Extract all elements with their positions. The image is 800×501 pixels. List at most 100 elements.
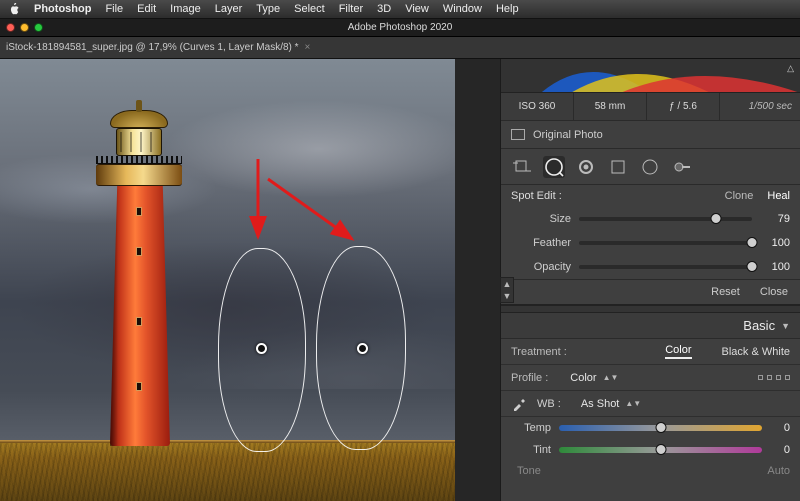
treatment-color[interactable]: Color — [665, 344, 691, 359]
document-tab[interactable]: iStock-181894581_super.jpg @ 17,9% (Curv… — [6, 42, 310, 53]
spot-action-row: Reset Close — [501, 279, 800, 305]
apple-icon[interactable] — [8, 3, 20, 15]
panel-switch-strip[interactable]: ▲ ▼ — [500, 277, 514, 303]
auto-button[interactable]: Auto — [767, 465, 790, 477]
spot-size-value: 79 — [760, 213, 790, 225]
original-photo-toggle[interactable]: Original Photo — [501, 121, 800, 149]
reset-button[interactable]: Reset — [711, 286, 740, 298]
spot-opacity-track[interactable] — [579, 265, 752, 269]
spot-feather-track[interactable] — [579, 241, 752, 245]
panel-switch-down-icon[interactable]: ▼ — [503, 291, 512, 301]
eyedropper-icon[interactable] — [511, 396, 527, 412]
spot-mode-clone[interactable]: Clone — [725, 190, 754, 202]
menu-layer[interactable]: Layer — [215, 3, 243, 15]
spot-size-track[interactable] — [579, 217, 752, 221]
tone-label: Tone — [511, 465, 541, 477]
profile-browser-icon[interactable] — [758, 375, 790, 380]
exif-shutter: 1/500 sec — [720, 93, 800, 120]
menu-3d[interactable]: 3D — [377, 3, 391, 15]
wb-select[interactable]: As Shot ▲▼ — [581, 398, 641, 410]
brush-tool-icon[interactable] — [671, 156, 693, 178]
close-window-icon[interactable] — [6, 23, 15, 32]
profile-select[interactable]: Color ▲▼ — [570, 372, 618, 384]
menu-help[interactable]: Help — [496, 3, 519, 15]
spot-opacity-label: Opacity — [511, 261, 571, 273]
profile-row: Profile : Color ▲▼ — [501, 365, 800, 391]
spot-edit-header: Spot Edit : Clone Heal — [501, 185, 800, 207]
develop-panel: △ ISO 360 58 mm ƒ / 5.6 1/500 sec Origin… — [500, 59, 800, 501]
spot-feather-slider[interactable]: Feather 100 — [501, 231, 800, 255]
spot-source-pin[interactable] — [256, 343, 267, 354]
original-photo-label: Original Photo — [533, 129, 603, 141]
tint-label: Tint — [511, 444, 551, 456]
tint-track[interactable] — [559, 447, 762, 453]
menu-type[interactable]: Type — [256, 3, 280, 15]
menu-app[interactable]: Photoshop — [34, 3, 91, 15]
spot-size-slider[interactable]: Size 79 — [501, 207, 800, 231]
treatment-label: Treatment : — [511, 346, 567, 358]
temp-track[interactable] — [559, 425, 762, 431]
menu-window[interactable]: Window — [443, 3, 482, 15]
spot-feather-value: 100 — [760, 237, 790, 249]
close-button[interactable]: Close — [760, 286, 788, 298]
profile-value: Color — [570, 372, 596, 384]
exif-row: ISO 360 58 mm ƒ / 5.6 1/500 sec — [501, 93, 800, 121]
menu-image[interactable]: Image — [170, 3, 201, 15]
updown-caret-icon: ▲▼ — [625, 399, 641, 408]
spot-edit-title: Spot Edit : — [511, 190, 562, 202]
basic-title: Basic — [743, 318, 775, 333]
photo-grass-texture — [0, 443, 455, 501]
spot-removal-tool-icon[interactable] — [543, 156, 565, 178]
disclosure-triangle-icon[interactable]: ▼ — [781, 321, 790, 331]
treatment-bw[interactable]: Black & White — [722, 346, 790, 358]
updown-caret-icon: ▲▼ — [603, 373, 619, 382]
spot-feather-label: Feather — [511, 237, 571, 249]
close-tab-icon[interactable]: × — [305, 42, 311, 53]
profile-label: Profile : — [511, 372, 548, 384]
document-canvas[interactable] — [0, 59, 455, 501]
exif-aperture: ƒ / 5.6 — [647, 93, 720, 120]
document-tabbar[interactable]: iStock-181894581_super.jpg @ 17,9% (Curv… — [0, 37, 800, 59]
wb-label: WB : — [537, 398, 561, 410]
menu-file[interactable]: File — [105, 3, 123, 15]
photo-lighthouse — [100, 106, 178, 446]
menu-view[interactable]: View — [405, 3, 429, 15]
exif-focal: 58 mm — [574, 93, 647, 120]
wb-row: WB : As Shot ▲▼ — [501, 391, 800, 417]
crop-tool-icon[interactable] — [511, 156, 533, 178]
panel-switch-up-icon[interactable]: ▲ — [503, 279, 512, 289]
basic-panel-header[interactable]: Basic ▼ — [501, 313, 800, 339]
menu-select[interactable]: Select — [294, 3, 325, 15]
temp-value: 0 — [770, 422, 790, 434]
tint-slider[interactable]: Tint 0 — [501, 439, 800, 461]
panel-divider — [501, 305, 800, 313]
radial-tool-icon[interactable] — [639, 156, 661, 178]
clipping-warning-icon[interactable]: △ — [787, 63, 794, 74]
minimize-window-icon[interactable] — [20, 23, 29, 32]
exif-iso: ISO 360 — [501, 93, 574, 120]
spot-target-pin[interactable] — [357, 343, 368, 354]
temp-label: Temp — [511, 422, 551, 434]
window-title: Adobe Photoshop 2020 — [348, 22, 453, 33]
window-titlebar: Adobe Photoshop 2020 — [0, 19, 800, 37]
wb-value: As Shot — [581, 398, 620, 410]
original-photo-icon — [511, 129, 525, 140]
spot-opacity-slider[interactable]: Opacity 100 — [501, 255, 800, 279]
histogram[interactable]: △ — [501, 59, 800, 93]
graduated-filter-tool-icon[interactable] — [607, 156, 629, 178]
zoom-window-icon[interactable] — [34, 23, 43, 32]
local-tools-row — [501, 149, 800, 185]
radial-filter-tool-icon[interactable] — [575, 156, 597, 178]
spot-mode-heal[interactable]: Heal — [767, 190, 790, 202]
basic-footer: Tone Auto — [501, 461, 800, 481]
tint-value: 0 — [770, 444, 790, 456]
temp-slider[interactable]: Temp 0 — [501, 417, 800, 439]
mac-menubar[interactable]: Photoshop File Edit Image Layer Type Sel… — [0, 0, 800, 19]
spot-size-label: Size — [511, 213, 571, 225]
menu-edit[interactable]: Edit — [137, 3, 156, 15]
spot-opacity-value: 100 — [760, 261, 790, 273]
menu-filter[interactable]: Filter — [339, 3, 363, 15]
treatment-row: Treatment : Color Black & White — [501, 339, 800, 365]
canvas-area[interactable] — [0, 59, 500, 501]
traffic-lights[interactable] — [6, 23, 43, 32]
